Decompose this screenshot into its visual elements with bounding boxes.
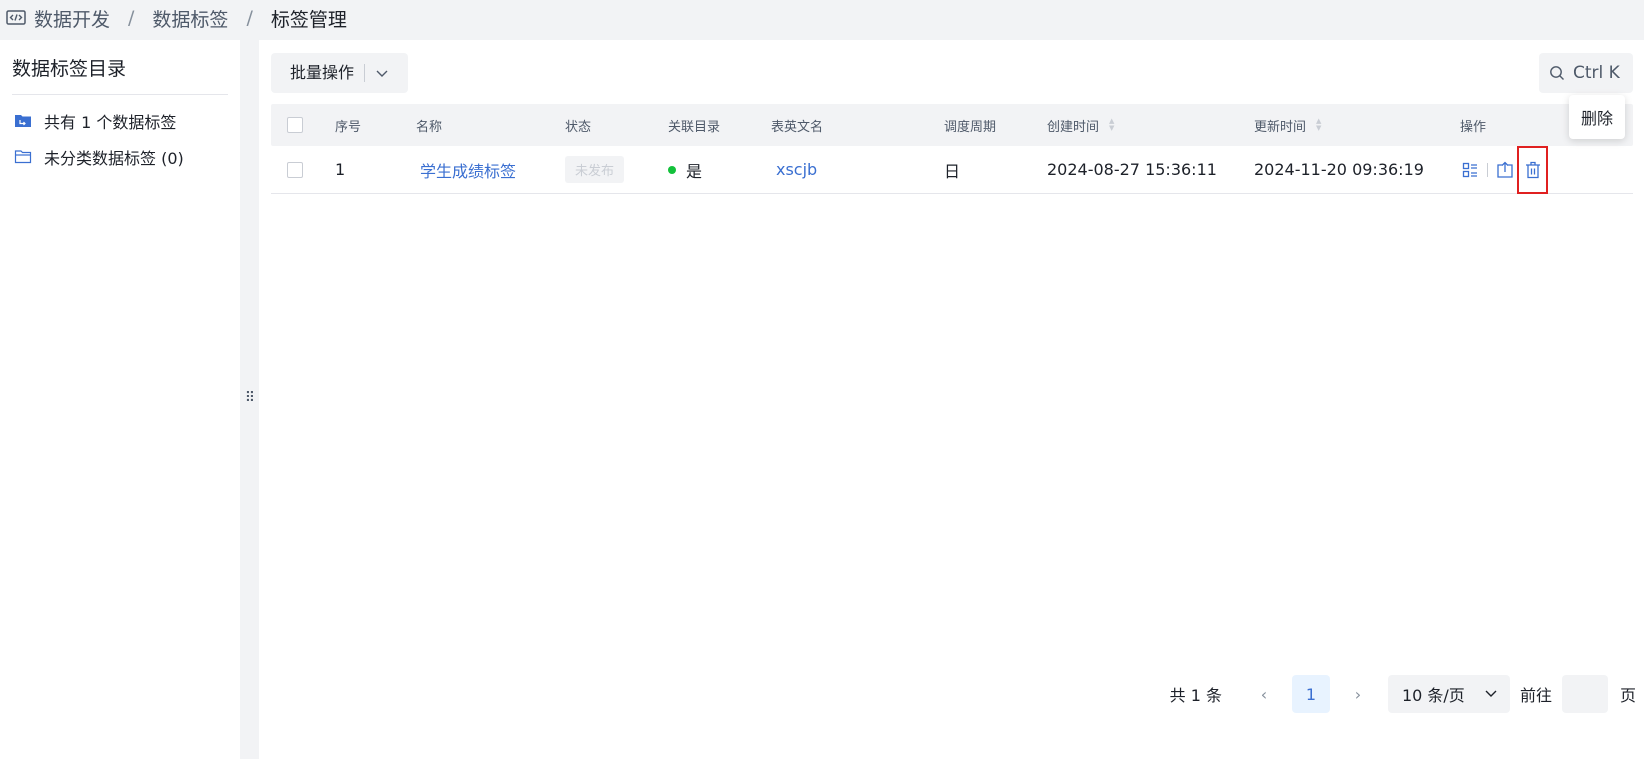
page-number-current[interactable]: 1	[1291, 675, 1330, 713]
goto-page-input[interactable]	[1561, 675, 1608, 713]
sort-icon[interactable]: ▲ ▼	[1109, 118, 1114, 132]
chevron-down-icon	[1484, 685, 1498, 704]
publish-icon[interactable]	[1494, 159, 1516, 181]
drag-grip-icon[interactable]: ⠿	[240, 390, 259, 406]
cell-name-link[interactable]: 学生成绩标签	[420, 146, 516, 193]
sidebar-divider	[12, 94, 228, 95]
table-header: 序号 名称 状态 关联目录 表英文名 调度周期 创建时间 ▲ ▼ 更新时间 ▲ ▼ …	[271, 104, 1633, 146]
col-header-updated-label: 更新时间	[1254, 119, 1307, 135]
breadcrumb-item-tag-management: 标签管理	[270, 8, 347, 31]
cell-updated: 2024-11-20 09:36:19	[1254, 160, 1424, 179]
col-header-name: 名称	[416, 119, 443, 135]
col-header-status: 状态	[565, 119, 592, 135]
pagination-total: 共 1 条	[1169, 686, 1222, 705]
tree-item-all-tags[interactable]: 共有 1 个数据标签	[14, 109, 176, 133]
table-row: 1 学生成绩标签 未发布 是 xscjb 日 2024-08-27 15:36:…	[271, 145, 1633, 194]
col-header-created-label: 创建时间	[1047, 119, 1100, 135]
col-header-linked-dir: 关联目录	[668, 119, 721, 135]
action-divider	[1487, 162, 1488, 177]
breadcrumb: 数据开发 / 数据标签 / 标签管理	[0, 0, 1644, 36]
detail-icon[interactable]	[1459, 159, 1481, 181]
batch-operation-button[interactable]: 批量操作	[271, 53, 408, 93]
search-shortcut: Ctrl K	[1573, 63, 1620, 83]
col-header-schedule: 调度周期	[944, 119, 997, 135]
batch-operation-label: 批量操作	[271, 64, 366, 82]
panel-resize-handle[interactable]: ⠿	[240, 40, 259, 759]
col-header-created[interactable]: 创建时间 ▲ ▼	[1047, 104, 1114, 146]
cell-schedule: 日	[944, 161, 961, 181]
trash-icon	[1522, 159, 1544, 181]
status-badge: 未发布	[565, 156, 625, 183]
breadcrumb-item-data-dev[interactable]: 数据开发	[34, 5, 110, 32]
pagination: 共 1 条 ‹ 1 › 10 条/页 前往 页	[1170, 675, 1636, 713]
tree-item-label: 共有 1 个数据标签	[44, 113, 177, 132]
chevron-down-icon	[375, 66, 389, 80]
cell-index: 1	[335, 160, 346, 179]
cell-actions	[1459, 145, 1548, 194]
tree-item-uncategorized[interactable]: 未分类数据标签 (0)	[14, 145, 184, 169]
search-button[interactable]: Ctrl K	[1539, 53, 1633, 93]
sort-icon[interactable]: ▲ ▼	[1316, 118, 1321, 132]
delete-tooltip: 删除	[1569, 95, 1625, 139]
tag-table: 序号 名称 状态 关联目录 表英文名 调度周期 创建时间 ▲ ▼ 更新时间 ▲ ▼ …	[271, 104, 1633, 194]
main-panel: 批量操作 Ctrl K 序号 名称 状态 关联目录 表英文名 调度周期 创建时间…	[259, 40, 1644, 759]
cell-created: 2024-08-27 15:36:11	[1047, 160, 1217, 179]
prev-page-icon[interactable]: ‹	[1244, 685, 1284, 704]
page-suffix: 页	[1619, 686, 1636, 705]
next-page-icon[interactable]: ›	[1338, 685, 1378, 704]
col-header-index: 序号	[335, 119, 362, 135]
breadcrumb-item-data-tags[interactable]: 数据标签	[152, 5, 228, 32]
col-header-table-name: 表英文名	[771, 119, 824, 135]
sidebar: 数据标签目录 共有 1 个数据标签 未分类数据标签 (0)	[0, 40, 240, 759]
search-icon	[1549, 65, 1565, 81]
select-all-checkbox-cell	[287, 104, 303, 146]
cell-linked-dir: 是	[668, 146, 702, 193]
goto-label: 前往	[1519, 686, 1552, 705]
breadcrumb-separator: /	[246, 7, 253, 29]
linked-dir-value: 是	[686, 161, 703, 181]
tree-item-label: 未分类数据标签 (0)	[44, 149, 184, 168]
folder-filled-icon	[14, 113, 34, 129]
col-header-actions: 操作	[1460, 119, 1487, 135]
breadcrumb-separator: /	[128, 7, 135, 29]
page-size-value: 10 条/页	[1401, 686, 1465, 705]
page-size-select[interactable]: 10 条/页	[1387, 675, 1510, 713]
row-checkbox[interactable]	[287, 161, 303, 178]
cell-table-name-link[interactable]: xscjb	[776, 146, 817, 193]
status-dot	[668, 165, 676, 174]
delete-button[interactable]	[1517, 145, 1548, 194]
folder-outline-icon	[14, 149, 34, 165]
select-all-checkbox[interactable]	[287, 117, 303, 133]
code-window-icon	[6, 10, 26, 26]
row-checkbox-cell	[287, 146, 303, 193]
sidebar-title: 数据标签目录	[12, 58, 127, 80]
col-header-updated[interactable]: 更新时间 ▲ ▼	[1254, 104, 1321, 146]
cell-status: 未发布	[565, 146, 625, 193]
